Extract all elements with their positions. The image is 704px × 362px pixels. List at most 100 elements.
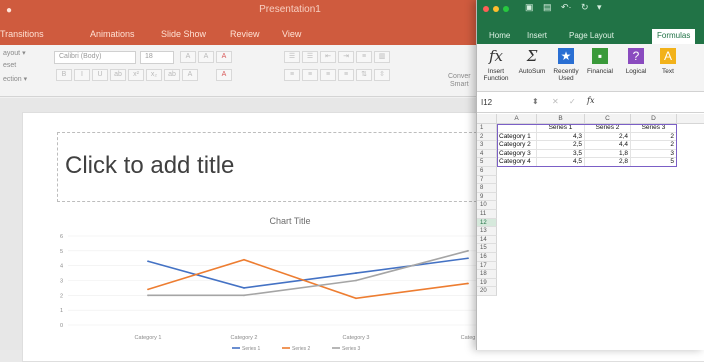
table-cell[interactable]: Category 4 xyxy=(497,158,537,167)
row-header[interactable]: 6 xyxy=(477,167,497,176)
financial-icon[interactable]: ▪ xyxy=(592,48,608,64)
data-point xyxy=(467,257,469,260)
excel-window: ▣ ▤ ↶· ↻ ▾ Home Insert Page Layout Formu… xyxy=(476,0,704,350)
column-header[interactable] xyxy=(677,114,704,124)
row-header[interactable]: 1 xyxy=(477,124,497,133)
row-header[interactable]: 4 xyxy=(477,149,497,159)
column-header[interactable]: A xyxy=(497,114,537,124)
ribbon-label: Recently Used xyxy=(553,68,579,82)
recently-used-icon[interactable]: ★ xyxy=(558,48,574,64)
data-point xyxy=(355,272,357,274)
column-header[interactable]: C xyxy=(585,114,631,124)
y-tick-label: 4 xyxy=(60,264,63,270)
row-header[interactable]: 12 xyxy=(477,218,497,228)
table-cell[interactable]: 3,5 xyxy=(537,149,585,159)
row-header[interactable]: 17 xyxy=(477,261,497,271)
x-tick-label: Category 1 xyxy=(135,335,162,341)
worksheet-grid[interactable]: A B C D 1 2 3 4 5 6 7 8 9 10 11 12 13 14 15 16 17 18 19 20 Serie… xyxy=(477,114,704,350)
table-cell[interactable]: Category 3 xyxy=(497,149,537,159)
data-point xyxy=(243,294,245,297)
series-line-1 xyxy=(147,257,469,289)
close-icon[interactable] xyxy=(483,6,489,12)
row-header[interactable]: 15 xyxy=(477,244,497,253)
row-header[interactable]: 19 xyxy=(477,278,497,288)
x-tick-label: Categ xyxy=(461,335,476,341)
table-cell[interactable]: Category 2 xyxy=(497,141,537,150)
column-header[interactable]: B xyxy=(537,114,585,124)
table-cell[interactable]: 1,8 xyxy=(585,149,631,159)
data-point xyxy=(355,279,357,282)
table-cell[interactable]: Category 1 xyxy=(497,132,537,142)
select-all-corner[interactable] xyxy=(477,114,497,124)
excel-title-bar: ▣ ▤ ↶· ↻ ▾ Home Insert Page Layout Formu… xyxy=(477,0,704,44)
table-cell[interactable]: 2 xyxy=(631,141,677,150)
ribbon-label: Financial xyxy=(586,68,613,75)
insert-function-icon[interactable]: fx xyxy=(587,96,594,105)
tab-insert[interactable]: Insert xyxy=(527,31,547,40)
row-header[interactable]: 2 xyxy=(477,132,497,142)
minimize-icon[interactable] xyxy=(493,6,499,12)
tab-home[interactable]: Home xyxy=(489,31,510,40)
data-point xyxy=(355,297,357,300)
tab-formulas[interactable]: Formulas xyxy=(652,29,696,44)
table-cell[interactable]: Series 1 xyxy=(537,124,585,133)
sidebar-icon[interactable]: ▣ xyxy=(525,2,534,13)
row-header[interactable]: 11 xyxy=(477,210,497,219)
data-point xyxy=(467,282,469,285)
data-point xyxy=(147,288,149,291)
data-point xyxy=(243,258,245,261)
cancel-icon[interactable]: ✕ xyxy=(552,97,559,106)
table-cell[interactable]: 4,3 xyxy=(537,132,585,142)
row-header[interactable]: 14 xyxy=(477,235,497,245)
y-tick-label: 0 xyxy=(60,323,63,329)
table-cell[interactable]: Series 2 xyxy=(585,124,631,133)
insert-function-icon[interactable]: fx xyxy=(488,48,504,64)
autosum-icon[interactable]: Σ xyxy=(524,48,540,64)
logical-icon[interactable]: ? xyxy=(628,48,644,64)
table-cell[interactable]: 4,5 xyxy=(537,158,585,167)
y-tick-label: 1 xyxy=(60,308,63,314)
row-header[interactable]: 20 xyxy=(477,287,497,296)
series-line-3 xyxy=(148,250,469,297)
row-header[interactable]: 7 xyxy=(477,175,497,185)
y-tick-label: 2 xyxy=(60,293,63,299)
maximize-icon[interactable] xyxy=(503,6,509,12)
y-tick-label: 3 xyxy=(60,279,63,285)
table-cell[interactable]: 2,4 xyxy=(585,132,631,142)
tab-page-layout[interactable]: Page Layout xyxy=(569,31,614,40)
enter-icon[interactable]: ✓ xyxy=(569,97,576,106)
row-header[interactable]: 13 xyxy=(477,227,497,236)
table-cell[interactable]: Series 3 xyxy=(631,124,677,133)
table-cell[interactable]: 2 xyxy=(631,132,677,142)
save-icon[interactable]: ▤ xyxy=(543,2,552,13)
ribbon-label: Logical xyxy=(625,68,647,75)
data-point xyxy=(147,260,149,263)
table-cell[interactable]: 2,8 xyxy=(585,158,631,167)
column-header[interactable]: D xyxy=(631,114,677,124)
table-cell[interactable]: 4,4 xyxy=(585,141,631,150)
row-header[interactable]: 16 xyxy=(477,253,497,262)
row-header[interactable]: 5 xyxy=(477,158,497,167)
row-header[interactable]: 8 xyxy=(477,184,497,193)
customize-icon[interactable]: ▾ xyxy=(597,2,602,13)
row-header[interactable]: 18 xyxy=(477,270,497,279)
row-header[interactable]: 3 xyxy=(477,141,497,150)
redo-icon[interactable]: ↻ xyxy=(581,2,589,13)
table-cell[interactable] xyxy=(497,124,537,133)
table-cell[interactable]: 2,5 xyxy=(537,141,585,150)
data-point xyxy=(147,294,149,297)
name-box[interactable]: I12 xyxy=(481,98,492,107)
legend-entry: Series 3 xyxy=(342,346,361,350)
x-tick-label: Category 3 xyxy=(343,335,370,341)
row-header[interactable]: 9 xyxy=(477,192,497,202)
table-cell[interactable]: 3 xyxy=(631,149,677,159)
row-header[interactable]: 10 xyxy=(477,201,497,210)
ribbon-label: Insert Function xyxy=(483,68,509,82)
ribbon-label: AutoSum xyxy=(518,68,546,75)
formula-bar: I12 ⬍ ✕ ✓ fx xyxy=(477,93,704,113)
undo-icon[interactable]: ↶· xyxy=(561,2,572,13)
table-cell[interactable]: 5 xyxy=(631,158,677,167)
data-point xyxy=(243,287,245,289)
name-box-stepper-icon[interactable]: ⬍ xyxy=(532,97,539,106)
text-icon[interactable]: A xyxy=(660,48,676,64)
